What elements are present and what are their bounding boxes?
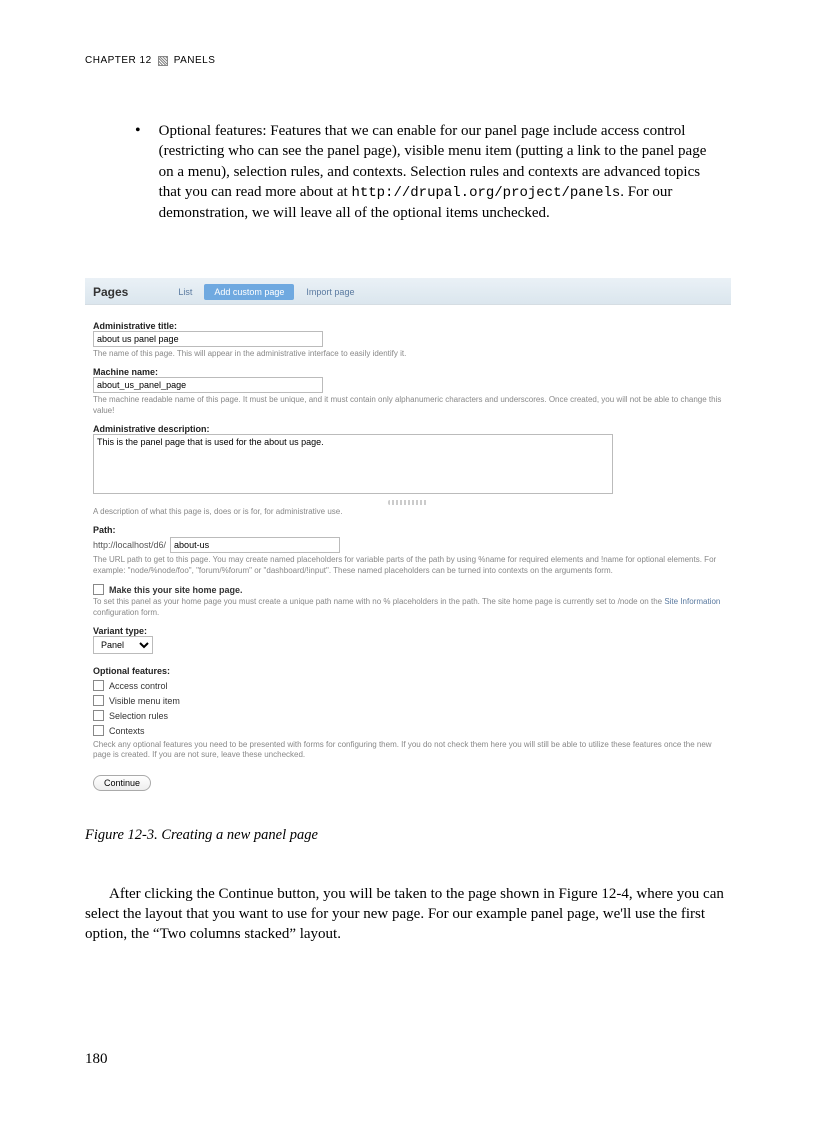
admin-desc-input[interactable]: This is the panel page that is used for … (93, 434, 613, 494)
bullet-optional-features: • Optional features: Features that we ca… (135, 121, 711, 223)
homepage-help-b: configuration form. (93, 608, 159, 617)
optional-features-help: Check any optional features you need to … (93, 740, 723, 761)
bullet-url: http://drupal.org/project/panels (351, 185, 620, 201)
visible-menu-item-checkbox[interactable] (93, 695, 104, 706)
screenshot-panel-form: Pages List Add custom page Import page A… (85, 278, 731, 807)
page-number: 180 (85, 1051, 108, 1068)
tab-add-custom-page[interactable]: Add custom page (204, 284, 294, 300)
visible-menu-item-label: Visible menu item (109, 696, 180, 706)
figure-12-3: Pages List Add custom page Import page A… (85, 278, 731, 844)
tab-bar: List Add custom page Import page (168, 284, 364, 300)
homepage-checkbox[interactable] (93, 584, 104, 595)
admin-title-label: Administrative title: (93, 321, 723, 331)
contexts-label: Contexts (109, 726, 145, 736)
after-figure-paragraph: After clicking the Continue button, you … (85, 884, 731, 945)
panel-form: Administrative title: The name of this p… (85, 305, 731, 807)
tab-list[interactable]: List (168, 284, 202, 300)
admin-desc-label: Administrative description: (93, 424, 723, 434)
variant-type-select[interactable]: Panel (93, 636, 153, 654)
access-control-label: Access control (109, 681, 168, 691)
optional-features-label: Optional features: (93, 666, 723, 676)
header-ornament-icon (158, 56, 168, 66)
bullet-icon: • (135, 121, 141, 223)
path-help: The URL path to get to this page. You ma… (93, 555, 723, 576)
section-label: PANELS (174, 55, 216, 66)
selection-rules-checkbox[interactable] (93, 710, 104, 721)
continue-button[interactable]: Continue (93, 775, 151, 791)
path-input[interactable] (170, 537, 340, 553)
machine-name-help: The machine readable name of this page. … (93, 395, 723, 416)
contexts-checkbox[interactable] (93, 725, 104, 736)
admin-title-help: The name of this page. This will appear … (93, 349, 723, 359)
homepage-help: To set this panel as your home page you … (93, 597, 723, 618)
figure-caption: Figure 12-3. Creating a new panel page (85, 827, 731, 844)
tab-import-page[interactable]: Import page (296, 284, 364, 300)
homepage-help-a: To set this panel as your home page you … (93, 597, 664, 606)
admin-desc-help: A description of what this page is, does… (93, 507, 723, 517)
selection-rules-label: Selection rules (109, 711, 168, 721)
bullet-text: Optional features: Features that we can … (159, 121, 711, 223)
textarea-resize-icon[interactable] (388, 500, 428, 505)
pages-title: Pages (93, 285, 128, 299)
chapter-label: CHAPTER 12 (85, 55, 152, 66)
path-label: Path: (93, 525, 723, 535)
homepage-label: Make this your site home page. (109, 585, 243, 595)
admin-title-input[interactable] (93, 331, 323, 347)
running-head: CHAPTER 12 PANELS (85, 55, 731, 66)
access-control-checkbox[interactable] (93, 680, 104, 691)
variant-type-label: Variant type: (93, 626, 723, 636)
machine-name-input[interactable] (93, 377, 323, 393)
site-information-link[interactable]: Site Information (664, 597, 720, 606)
path-prefix: http://localhost/d6/ (93, 540, 166, 550)
machine-name-label: Machine name: (93, 367, 723, 377)
screenshot-header: Pages List Add custom page Import page (85, 278, 731, 305)
